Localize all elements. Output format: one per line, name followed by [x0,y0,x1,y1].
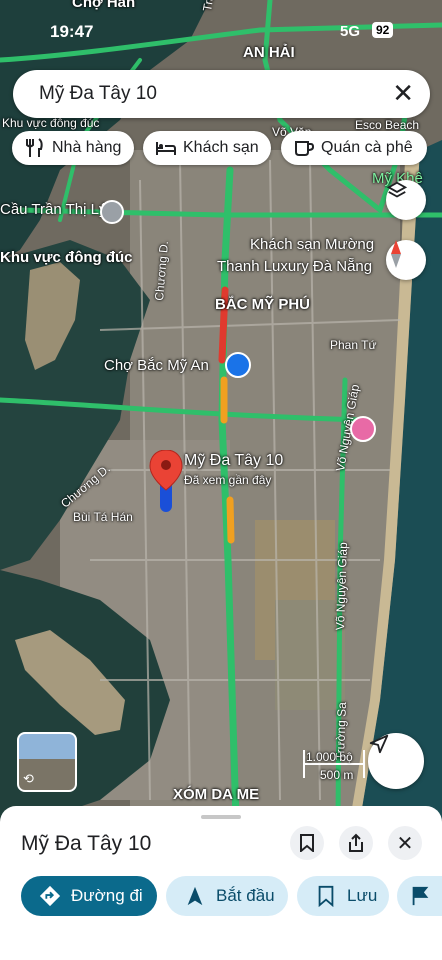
share-button[interactable] [339,826,373,860]
place-sheet[interactable]: Mỹ Đa Tây 10 ✕ Đường đi Bắt đầu Lưu [0,806,442,960]
chip-cafes[interactable]: Quán cà phê [281,131,427,165]
bridge-pin-icon[interactable] [100,200,124,224]
layers-button[interactable] [386,180,426,220]
save-place-button[interactable]: Lưu [297,876,389,916]
street-view-thumbnail[interactable]: ⟲ [17,732,77,792]
compass-icon [391,240,401,268]
chip-restaurants[interactable]: Nhà hàng [12,131,134,165]
clear-search-button[interactable]: ✕ [392,79,414,107]
map-view[interactable]: Chợ Hàn AN HẢI Trần Hưng Đạo Esco Beach … [0,0,442,820]
shopping-pin-icon[interactable] [350,416,376,442]
compass-button[interactable] [386,240,426,280]
scale-feet: 1.000 bộ [306,750,353,764]
map-label-khu-vuc-top: Khu vực đông đúc [2,116,100,130]
navigation-arrow-icon [369,734,389,754]
directions-label: Đường đi [71,886,143,905]
scale-meters: 500 m [320,768,354,782]
map-label-xom-da-me: XÓM DA ME [173,786,260,803]
close-icon: ✕ [396,832,414,855]
map-label-tran-thi-ly: Cầu Trần Thị Lý [0,201,107,218]
status-network: 5G [340,23,361,40]
map-label-an-hai: AN HẢI [243,44,295,61]
chip-hotels[interactable]: Khách sạn [143,131,271,165]
directions-button[interactable]: Đường đi [21,876,157,916]
save-button[interactable] [290,826,324,860]
restaurant-icon [26,138,43,157]
chip-label: Nhà hàng [52,139,122,156]
battery-level: 92 [372,22,394,38]
place-title: Mỹ Đa Tây 10 [21,832,152,855]
street-view-icon: ⟲ [23,771,34,786]
market-pin-icon[interactable] [225,352,251,378]
layers-icon [386,181,408,198]
location-pin-icon[interactable] [148,450,188,514]
sheet-drag-handle[interactable] [201,815,241,819]
save-place-label: Lưu [347,886,378,905]
close-sheet-button[interactable]: ✕ [388,826,422,860]
chip-label: Khách sạn [183,139,259,156]
bookmark-icon [300,834,314,852]
map-label-cho-bac-my-an: Chợ Bắc Mỹ An [104,357,209,374]
my-location-button[interactable] [368,733,424,789]
start-label: Bắt đầu [216,886,275,905]
bookmark-icon [318,885,334,907]
chip-label: Quán cà phê [321,139,413,156]
close-icon: ✕ [392,78,414,108]
map-label-esco: Esco Beach [355,118,420,132]
flag-icon [412,886,429,906]
status-time: 19:47 [50,22,94,41]
search-bar[interactable]: Mỹ Đa Tây 10 ✕ [13,70,430,118]
directions-icon [39,885,61,907]
hotel-icon [156,142,176,155]
coffee-icon [295,141,315,156]
map-label-khu-vuc: Khu vực đông đúc [0,249,133,266]
pin-title: Mỹ Đa Tây 10 [184,452,284,469]
share-icon [349,833,363,852]
start-button[interactable]: Bắt đầu [166,876,288,916]
map-label-phan-tu: Phan Tứ [330,338,377,352]
pin-subtitle: Đã xem gần đây [184,473,272,487]
map-label-bac-my-phu: BẮC MỸ PHÚ [215,296,311,313]
search-query[interactable]: Mỹ Đa Tây 10 [39,83,157,105]
map-label-cho-han: Chợ Hàn [72,0,136,11]
map-label-hotel-2: Thanh Luxury Đà Nẵng [217,258,373,275]
report-button[interactable] [397,876,442,916]
map-label-bui-ta-han: Bùi Tá Hán [73,510,133,524]
map-label-hotel-1: Khách sạn Mường [250,236,375,253]
status-bar: 19:47 5G 92 [0,18,442,44]
navigation-icon [187,886,203,906]
